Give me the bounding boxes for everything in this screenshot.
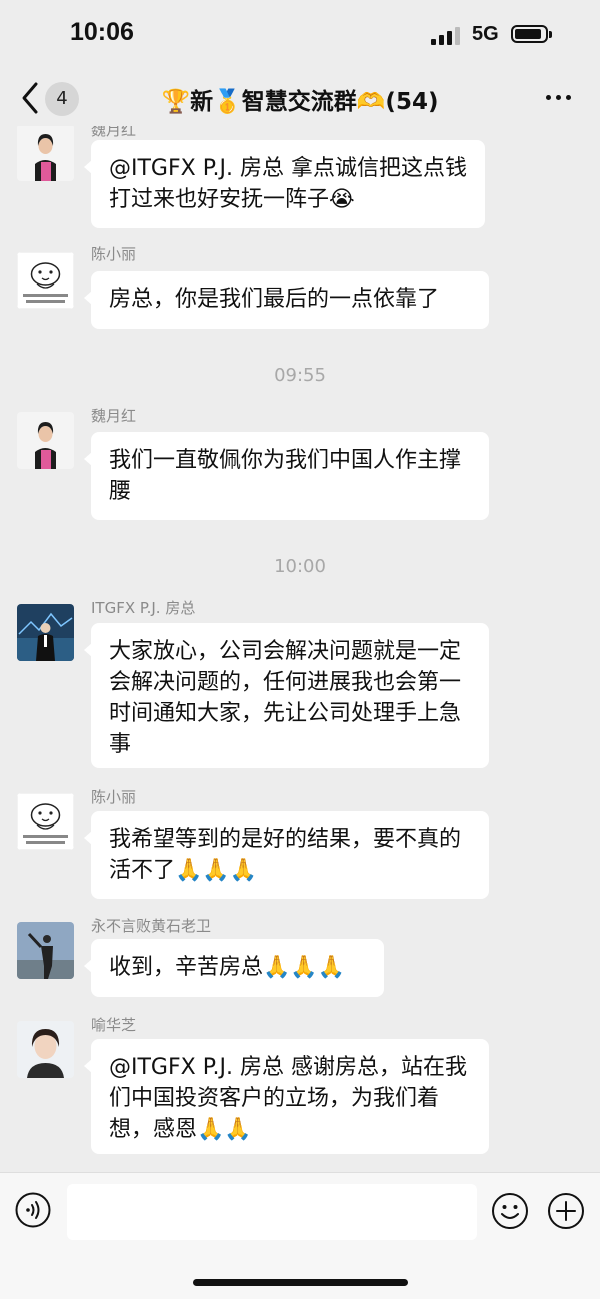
timestamp: 09:55 xyxy=(274,365,326,386)
status-bar: 10:06 5G xyxy=(0,0,600,70)
avatar-cartoon-icon xyxy=(17,252,74,309)
avatar-woman-pink-icon xyxy=(17,126,74,181)
sender-name: 喻华芝 xyxy=(91,1016,137,1034)
unread-count-badge[interactable]: 4 xyxy=(45,82,79,116)
message-list[interactable]: 魏月红 @ITGFX P.J. 房总 拿点诚信把这点钱打过来也好安抚一阵子😭 陈… xyxy=(0,126,600,1172)
home-indicator xyxy=(193,1279,408,1286)
avatar[interactable] xyxy=(17,604,74,661)
sender-name: 永不言败黄石老卫 xyxy=(91,917,212,935)
message-bubble[interactable]: 我希望等到的是好的结果，要不真的活不了🙏🙏🙏 xyxy=(84,811,489,899)
group-title: 🏆新🥇智慧交流群🫶(54) xyxy=(161,89,439,115)
avatar[interactable] xyxy=(17,412,74,469)
message-bubble[interactable]: 大家放心，公司会解决问题就是一定会解决问题的，任何进展我也会第一时间通知大家，先… xyxy=(84,623,489,768)
avatar-woman-pink-icon xyxy=(17,412,74,469)
chat-header: 4 🏆新🥇智慧交流群🫶(54) xyxy=(0,70,600,126)
message-bubble[interactable]: 收到，辛苦房总🙏🙏🙏 xyxy=(84,939,384,997)
signal-icon xyxy=(431,27,460,45)
sender-name: 魏月红 xyxy=(91,126,137,139)
avatar[interactable] xyxy=(17,922,74,979)
avatar-cartoon-icon xyxy=(17,793,74,850)
timestamp: 10:00 xyxy=(274,556,326,577)
avatar[interactable] xyxy=(17,126,74,181)
network-type: 5G xyxy=(472,23,499,45)
message-bubble[interactable]: 房总，你是我们最后的一点依靠了 xyxy=(84,271,489,329)
avatar-business-man-icon xyxy=(17,604,74,661)
avatar[interactable] xyxy=(17,793,74,850)
avatar-man-landscape-icon xyxy=(17,922,74,979)
sender-name: ITGFX P.J. 房总 xyxy=(91,599,196,617)
voice-icon[interactable] xyxy=(15,1192,51,1228)
avatar-woman-portrait-icon xyxy=(17,1021,74,1078)
battery-icon xyxy=(511,25,552,43)
avatar[interactable] xyxy=(17,252,74,309)
chevron-left-icon[interactable] xyxy=(20,80,40,116)
more-dots-icon[interactable] xyxy=(546,95,571,100)
message-bubble[interactable]: 我们一直敬佩你为我们中国人作主撑腰 xyxy=(84,432,489,520)
sender-name: 魏月红 xyxy=(91,407,137,425)
avatar[interactable] xyxy=(17,1021,74,1078)
message-input[interactable] xyxy=(67,1184,477,1240)
message-bubble[interactable]: @ITGFX P.J. 房总 拿点诚信把这点钱打过来也好安抚一阵子😭 xyxy=(84,140,485,228)
sender-name: 陈小丽 xyxy=(91,245,137,263)
emoji-icon[interactable] xyxy=(491,1192,529,1230)
status-time: 10:06 xyxy=(70,18,134,46)
sender-name: 陈小丽 xyxy=(91,788,137,806)
message-bubble[interactable]: @ITGFX P.J. 房总 感谢房总，站在我们中国投资客户的立场，为我们着想，… xyxy=(84,1039,489,1154)
plus-icon[interactable] xyxy=(547,1192,585,1230)
